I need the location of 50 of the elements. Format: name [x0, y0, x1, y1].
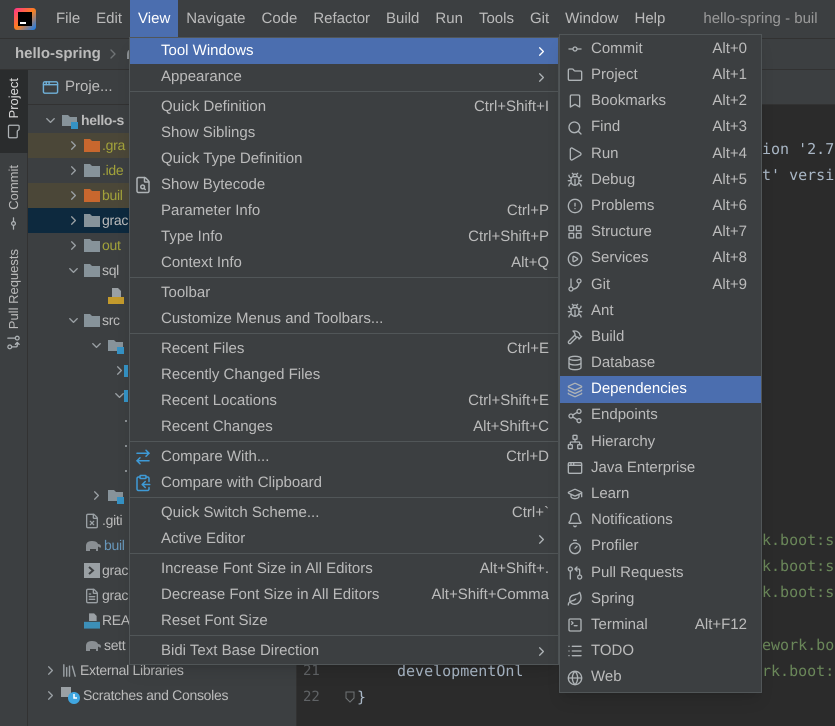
code-text: ion '2.7	[762, 140, 834, 158]
code-text: k.boot:s	[762, 583, 834, 602]
shortcut-label: Alt+9	[712, 274, 747, 295]
code-text: rk.boot:	[762, 662, 834, 680]
tree-item-label: External Libraries	[80, 661, 184, 680]
tree-item-label: sett	[104, 636, 126, 655]
shortcut-label: Alt+5	[712, 170, 747, 190]
shortcut-label: Alt+7	[712, 222, 747, 242]
shortcut-label: Alt+F12	[694, 614, 747, 635]
shortcut-label: Alt+0	[712, 38, 747, 59]
tree-item-label: src	[102, 311, 120, 330]
tree-item-label: .gra	[102, 136, 125, 155]
line-number: 22	[303, 688, 320, 707]
shortcut-label: Ctrl+D	[506, 446, 549, 467]
tree-item-label: hello-s	[81, 111, 124, 130]
shortcut-label: Alt+Shift+.	[480, 558, 549, 579]
code-text: developmentOnl	[397, 662, 524, 680]
shortcut-label: Ctrl+Shift+I	[474, 96, 549, 117]
tree-item-label: grac	[102, 211, 128, 230]
tree-item-label: REA	[102, 611, 130, 630]
shortcut-label: Alt+3	[712, 117, 747, 138]
tree-item-label: .giti	[102, 511, 122, 530]
code-text: ework.bo	[762, 636, 834, 654]
shortcut-label: Ctrl+Shift+P	[468, 226, 549, 247]
shortcut-label: Alt+8	[712, 248, 747, 268]
shortcut-label: Alt+Shift+Comma	[431, 584, 549, 605]
tree-item-label: grac	[102, 586, 128, 605]
shortcut-label: Alt+Shift+C	[473, 416, 549, 437]
shortcut-label: Ctrl+P	[506, 200, 549, 221]
code-text: t' versi	[762, 166, 834, 184]
shortcut-label: Alt+4	[712, 144, 747, 164]
line-number: 21	[303, 662, 320, 680]
tree-item-label: buil	[102, 186, 123, 205]
window-title: hello-spring - buil	[703, 8, 818, 29]
shortcut-label: Ctrl+E	[506, 338, 549, 359]
shortcut-label: Ctrl+`	[512, 502, 549, 523]
shortcut-label: Alt+2	[712, 91, 747, 112]
shortcut-label: Alt+1	[712, 65, 747, 86]
tree-item-label: .ide	[102, 161, 124, 180]
tree-item-label: out	[102, 236, 121, 255]
tree-item-label: grac	[102, 561, 128, 580]
shortcut-label: Alt+Q	[511, 252, 549, 273]
code-text: k.boot:s	[762, 557, 834, 576]
code-text: k.boot:s	[762, 531, 834, 550]
tree-item-label: Scratches and Consoles	[83, 686, 228, 705]
tree-item-label: sql	[102, 261, 119, 280]
shortcut-label: Alt+6	[712, 196, 747, 216]
tree-item-label: buil	[104, 536, 125, 555]
shortcut-label: Ctrl+Shift+E	[468, 390, 549, 411]
code-text: }	[357, 688, 366, 706]
